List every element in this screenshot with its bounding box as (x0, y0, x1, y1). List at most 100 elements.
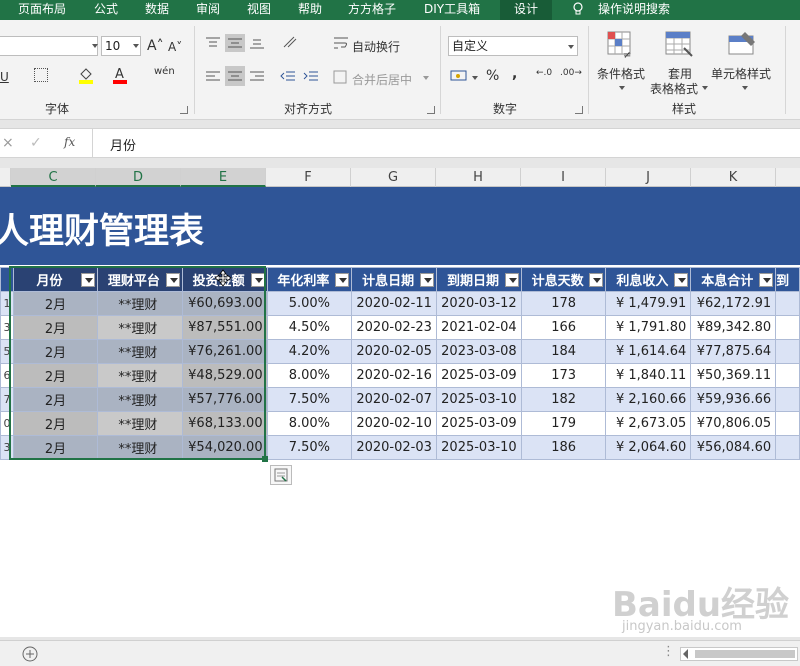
cell-start-date[interactable]: 2020-02-10 (351, 411, 438, 436)
row-number[interactable]: 3 (0, 435, 14, 460)
cell-month[interactable]: 2月 (12, 291, 99, 316)
cell-start-date[interactable]: 2020-02-07 (351, 387, 438, 412)
filter-dropdown-icon[interactable] (250, 273, 265, 287)
align-middle-icon[interactable] (225, 34, 245, 52)
cell-days[interactable]: 173 (520, 363, 607, 388)
align-left-icon[interactable] (205, 70, 221, 84)
function-icon[interactable]: fx (64, 135, 75, 149)
percent-icon[interactable]: % (486, 68, 499, 84)
tab-formulas[interactable]: 公式 (94, 0, 118, 20)
tab-review[interactable]: 审阅 (196, 0, 220, 20)
cell-days[interactable]: 166 (520, 315, 607, 340)
formula-input[interactable]: 月份 (110, 135, 136, 154)
row-number[interactable]: 0 (0, 411, 14, 436)
enter-icon[interactable]: ✓ (30, 135, 42, 151)
filter-dropdown-icon[interactable] (81, 273, 96, 287)
cell-days[interactable]: 179 (520, 411, 607, 436)
header-interest[interactable]: 利息收入 (605, 267, 692, 292)
row-number[interactable]: 3 (0, 315, 14, 340)
cell-month[interactable]: 2月 (12, 315, 99, 340)
header-end-date[interactable]: 到期日期 (436, 267, 522, 292)
tab-data[interactable]: 数据 (145, 0, 169, 20)
comma-icon[interactable]: , (512, 66, 517, 82)
cell-platform[interactable]: **理财 (97, 411, 183, 436)
cell-styles-button[interactable]: 单元格样式 (711, 65, 771, 82)
header-rate[interactable]: 年化利率 (266, 267, 353, 292)
cell-total[interactable]: ¥50,369.11 (690, 363, 777, 388)
cell-partial[interactable] (775, 363, 800, 388)
cell-amount[interactable]: ¥76,261.00 (181, 339, 268, 364)
cell-end-date[interactable]: 2023-03-08 (436, 339, 522, 364)
scrollbar-thumb[interactable] (695, 650, 795, 658)
number-format-box[interactable]: 自定义 (448, 36, 578, 56)
cell-interest[interactable]: ¥ 1,791.80 (605, 315, 692, 340)
column-header-c[interactable]: C (11, 168, 96, 187)
cell-end-date[interactable]: 2025-03-10 (436, 387, 522, 412)
header-platform[interactable]: 理财平台 (97, 267, 183, 292)
cell-interest[interactable]: ¥ 1,840.11 (605, 363, 692, 388)
cell-platform[interactable]: **理财 (97, 339, 183, 364)
cell-end-date[interactable]: 2021-02-04 (436, 315, 522, 340)
cell-month[interactable]: 2月 (12, 363, 99, 388)
cell-amount[interactable]: ¥68,133.00 (181, 411, 268, 436)
cell-interest[interactable]: ¥ 2,673.05 (605, 411, 692, 436)
cell-rate[interactable]: 7.50% (266, 387, 353, 412)
tab-view[interactable]: 视图 (247, 0, 271, 20)
align-right-icon[interactable] (249, 70, 265, 84)
cell-amount[interactable]: ¥57,776.00 (181, 387, 268, 412)
cell-partial[interactable] (775, 435, 800, 460)
cell-days[interactable]: 178 (520, 291, 607, 316)
cell-start-date[interactable]: 2020-02-05 (351, 339, 438, 364)
cell-start-date[interactable]: 2020-02-23 (351, 315, 438, 340)
format-as-table-line2[interactable]: 表格格式 (650, 80, 698, 97)
cell-total[interactable]: ¥56,084.60 (690, 435, 777, 460)
underline-icon[interactable]: U (0, 70, 9, 84)
column-header-j[interactable]: J (606, 168, 691, 187)
cell-rate[interactable]: 8.00% (266, 363, 353, 388)
cell-total[interactable]: ¥77,875.64 (690, 339, 777, 364)
conditional-format-button[interactable]: 条件格式 (597, 65, 645, 82)
filter-dropdown-icon[interactable] (420, 273, 435, 287)
header-partial[interactable]: 到 (775, 267, 800, 292)
scroll-left-icon[interactable] (683, 649, 688, 659)
fill-color-icon[interactable] (78, 66, 94, 84)
border-icon[interactable] (34, 68, 48, 82)
cell-partial[interactable] (775, 411, 800, 436)
add-sheet-icon[interactable] (22, 646, 38, 662)
filter-dropdown-icon[interactable] (589, 273, 604, 287)
cell-start-date[interactable]: 2020-02-16 (351, 363, 438, 388)
cell-partial[interactable] (775, 339, 800, 364)
cell-rate[interactable]: 4.20% (266, 339, 353, 364)
quick-analysis-button[interactable] (270, 465, 292, 485)
tab-page-layout[interactable]: 页面布局 (18, 0, 66, 20)
tell-me-search[interactable]: 操作说明搜索 (598, 0, 670, 20)
column-header-f[interactable]: F (266, 168, 351, 187)
tab-fangfang[interactable]: 方方格子 (348, 0, 396, 20)
cell-rate[interactable]: 8.00% (266, 411, 353, 436)
cell-end-date[interactable]: 2020-03-12 (436, 291, 522, 316)
alignment-dialog-launcher[interactable] (427, 106, 435, 114)
header-month[interactable]: 月份 (12, 267, 99, 292)
column-header-e[interactable]: E (181, 168, 266, 187)
column-header-partial[interactable] (0, 168, 11, 187)
increase-decimal-icon[interactable]: ←.0 (536, 68, 552, 78)
cell-month[interactable]: 2月 (12, 339, 99, 364)
cell-end-date[interactable]: 2025-03-10 (436, 435, 522, 460)
grow-font-icon[interactable]: A˄ (147, 38, 164, 54)
cell-days[interactable]: 184 (520, 339, 607, 364)
cell-partial[interactable] (775, 291, 800, 316)
filter-dropdown-icon[interactable] (335, 273, 350, 287)
filter-dropdown-icon[interactable] (504, 273, 519, 287)
cell-amount[interactable]: ¥60,693.00 (181, 291, 268, 316)
cell-rate[interactable]: 5.00% (266, 291, 353, 316)
cell-interest[interactable]: ¥ 2,064.60 (605, 435, 692, 460)
cell-platform[interactable]: **理财 (97, 291, 183, 316)
merge-center-button[interactable]: 合并后居中 (352, 71, 412, 88)
cell-interest[interactable]: ¥ 1,614.64 (605, 339, 692, 364)
cell-total[interactable]: ¥89,342.80 (690, 315, 777, 340)
tab-design[interactable]: 设计 (500, 0, 553, 20)
cell-end-date[interactable]: 2025-03-09 (436, 411, 522, 436)
column-header-h[interactable]: H (436, 168, 521, 187)
number-dialog-launcher[interactable] (575, 106, 583, 114)
filter-dropdown-icon[interactable] (165, 273, 180, 287)
